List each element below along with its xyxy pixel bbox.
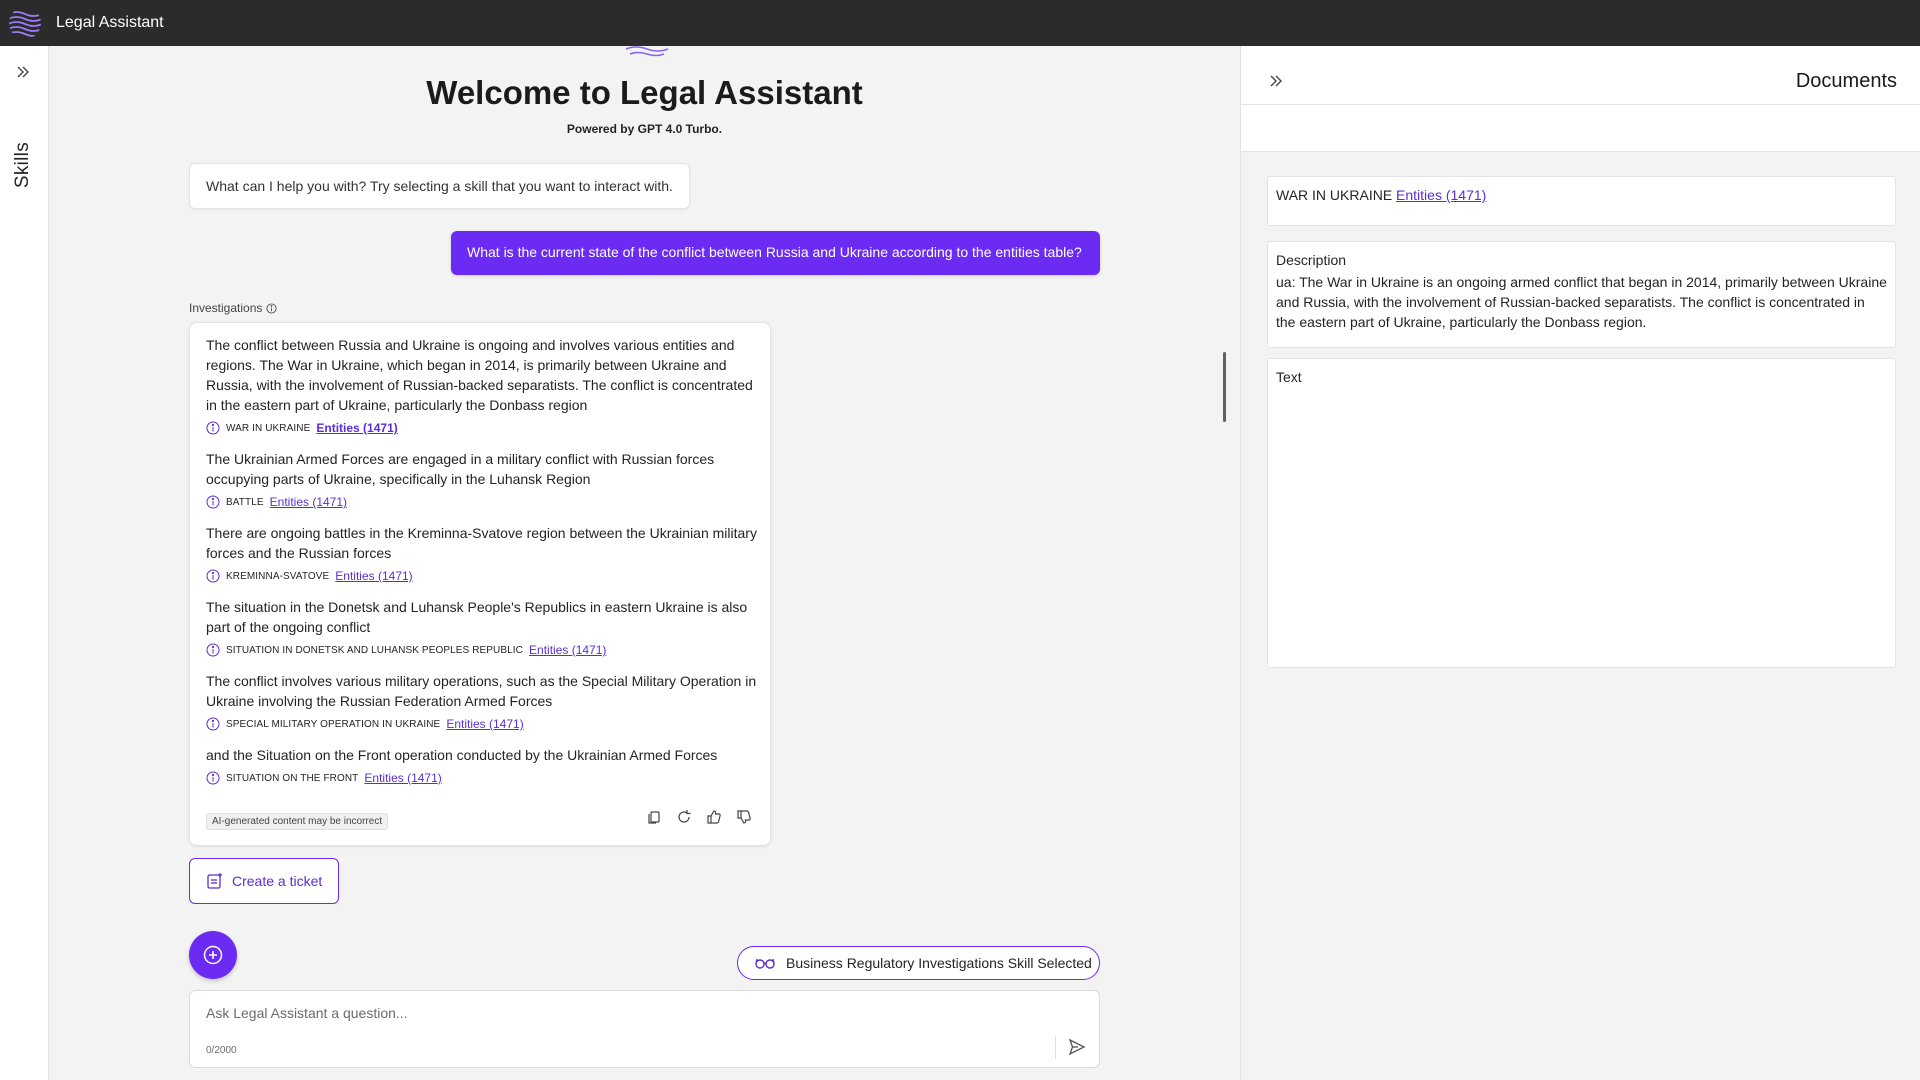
expand-skills-icon[interactable] (13, 62, 33, 82)
powered-by-text: Powered by GPT 4.0 Turbo. (566, 122, 723, 136)
info-icon[interactable] (266, 302, 277, 314)
top-bar: Legal Assistant (0, 0, 1920, 46)
skills-label[interactable]: Skills (12, 142, 34, 188)
ticket-icon (207, 873, 222, 889)
description-label: Description (1276, 252, 1347, 268)
citation-link[interactable]: Entities (1471) (270, 495, 347, 509)
answer-item: and the Situation on the Front operation… (206, 745, 758, 785)
input-divider (1055, 1035, 1056, 1059)
new-chat-button[interactable] (189, 931, 237, 979)
description-card: Description ua: The War in Ukraine is an… (1267, 241, 1896, 348)
answer-item: The conflict between Russia and Ukraine … (206, 335, 758, 435)
entity-name: WAR IN UKRAINE (1276, 187, 1393, 203)
citation-info-icon[interactable] (206, 421, 220, 435)
citation: Kreminna-Svatove Entities (1471) (206, 569, 758, 583)
citation-tag: Battle (226, 496, 264, 508)
question-input-box: 0/2000 (189, 990, 1100, 1068)
collapse-documents-icon[interactable] (1267, 72, 1285, 90)
investigations-label-text: Investigations (189, 301, 263, 315)
answer-text: The conflict involves various military o… (206, 673, 757, 709)
answer-item: The situation in the Donetsk and Luhansk… (206, 597, 758, 657)
answer-item: There are ongoing battles in the Kreminn… (206, 523, 758, 583)
app-title: Legal Assistant (56, 14, 164, 31)
answer-card: The conflict between Russia and Ukraine … (189, 322, 771, 846)
answer-text: and the Situation on the Front operation… (206, 747, 718, 763)
documents-toolbar (1241, 104, 1920, 152)
question-input[interactable] (206, 1005, 1026, 1021)
text-card: Text (1267, 358, 1896, 668)
citation-link[interactable]: Entities (1471) (364, 771, 441, 785)
send-icon[interactable] (1067, 1037, 1087, 1057)
copy-icon[interactable] (646, 809, 662, 825)
citation-tag: Special Military Operation in Ukraine (226, 718, 441, 730)
entity-link[interactable]: Entities (1471) (1396, 187, 1486, 203)
hero-logo-icon (625, 46, 669, 57)
chat-area: Welcome to Legal Assistant Powered by GP… (49, 46, 1240, 1080)
citation-info-icon[interactable] (206, 717, 220, 731)
selected-skill-pill[interactable]: Business Regulatory Investigations Skill… (737, 946, 1100, 980)
welcome-heading: Welcome to Legal Assistant (426, 74, 863, 111)
answer-item: The Ukrainian Armed Forces are engaged i… (206, 449, 758, 509)
citation-tag: War in Ukraine (226, 422, 311, 434)
description-text: ua: The War in Ukraine is an ongoing arm… (1276, 274, 1887, 330)
citation-info-icon[interactable] (206, 495, 220, 509)
glasses-icon (755, 958, 775, 969)
citation: Special Military Operation in Ukraine En… (206, 717, 758, 731)
chat-scrollbar[interactable] (1223, 352, 1226, 422)
create-ticket-button[interactable]: Create a ticket (189, 858, 339, 904)
citation-info-icon[interactable] (206, 771, 220, 785)
citation-link[interactable]: Entities (1471) (316, 421, 397, 435)
citation-link[interactable]: Entities (1471) (446, 717, 523, 731)
citation-link[interactable]: Entities (1471) (529, 643, 606, 657)
legal-assistant-logo-icon (9, 11, 41, 37)
entity-card: WAR IN UKRAINE Entities (1471) (1267, 176, 1896, 226)
text-label: Text (1276, 369, 1302, 385)
answer-text: There are ongoing battles in the Kreminn… (206, 525, 757, 561)
new-chat-icon (203, 945, 223, 965)
answer-actions (646, 809, 752, 825)
citation-link[interactable]: Entities (1471) (335, 569, 412, 583)
citation-tag: Kreminna-Svatove (226, 570, 330, 582)
thumbs-up-icon[interactable] (706, 809, 722, 825)
citation: Situation in Donetsk and Luhansk Peoples… (206, 643, 758, 657)
answer-text: The conflict between Russia and Ukraine … (206, 337, 753, 413)
citation-info-icon[interactable] (206, 569, 220, 583)
documents-header: Documents (1241, 46, 1920, 104)
thumbs-down-icon[interactable] (736, 809, 752, 825)
regenerate-icon[interactable] (676, 809, 692, 825)
selected-skill-label: Business Regulatory Investigations Skill… (786, 955, 1092, 971)
citation-info-icon[interactable] (206, 643, 220, 657)
bot-greeting-message: What can I help you with? Try selecting … (189, 163, 690, 209)
answer-text: The situation in the Donetsk and Luhansk… (206, 599, 748, 635)
ai-disclaimer-badge: AI-generated content may be incorrect (206, 813, 389, 830)
documents-title: Documents (1795, 70, 1897, 92)
answer-text: The Ukrainian Armed Forces are engaged i… (206, 451, 715, 487)
documents-panel: Documents WAR IN UKRAINE Entities (1471)… (1240, 46, 1920, 1080)
create-ticket-label: Create a ticket (232, 873, 323, 889)
investigations-label: Investigations (189, 301, 277, 315)
citation: Battle Entities (1471) (206, 495, 758, 509)
citation-tag: Situation on the Front (226, 772, 359, 784)
answer-item: The conflict involves various military o… (206, 671, 758, 731)
character-counter: 0/2000 (206, 1045, 237, 1056)
user-message: What is the current state of the conflic… (451, 231, 1100, 275)
skills-rail: Skills (0, 46, 49, 1080)
citation: Situation on the Front Entities (1471) (206, 771, 758, 785)
citation: War in Ukraine Entities (1471) (206, 421, 758, 435)
citation-tag: Situation in Donetsk and Luhansk Peoples… (226, 644, 524, 656)
